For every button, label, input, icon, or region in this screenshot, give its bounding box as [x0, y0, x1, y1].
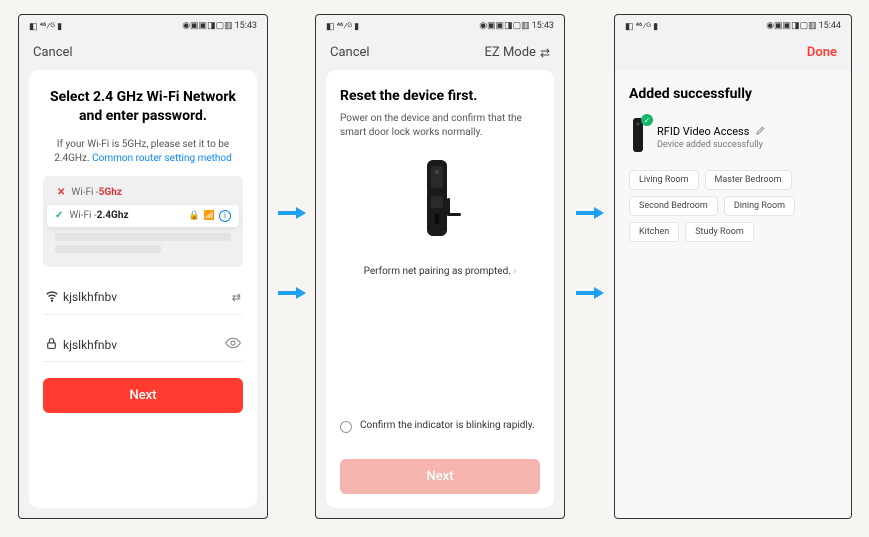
device-status: Device added successfully: [657, 140, 837, 150]
nav-bar: Cancel: [19, 37, 267, 70]
ssid-field[interactable]: kjslkhfnbv ⇄: [43, 285, 243, 315]
status-bar: ◧ ⁴⁶⁄ᴳ ▮ ◉▣▣◨▢▥ 15:43: [19, 15, 267, 37]
page-subtitle: If your Wi-Fi is 5GHz, please set it to …: [43, 138, 243, 166]
main-card: Select 2.4 GHz Wi-Fi Network and enter p…: [29, 70, 257, 508]
lock-icon: [45, 337, 63, 353]
main-card: Added successfully ✓ RFID Video Access D…: [615, 70, 851, 518]
status-left-icons: ◧ ⁴⁶⁄ᴳ ▮: [326, 21, 359, 32]
eye-icon[interactable]: [225, 337, 241, 352]
password-field[interactable]: kjslkhfnbv: [43, 333, 243, 362]
nav-bar: Cancel EZ Mode ⇄: [316, 37, 564, 70]
flow-arrow-icon: [576, 205, 604, 219]
room-chip[interactable]: Master Bedroom: [705, 170, 792, 190]
room-chip-list: Living Room Master Bedroom Second Bedroom D…: [629, 170, 837, 242]
edit-icon[interactable]: [755, 125, 766, 139]
device-name: RFID Video Access: [657, 125, 749, 138]
room-chip[interactable]: Study Room: [685, 222, 754, 242]
swap-icon[interactable]: ⇄: [232, 291, 241, 304]
pairing-instructions-link[interactable]: Perform net pairing as prompted. ›: [340, 266, 540, 277]
swap-icon: ⇄: [540, 46, 550, 60]
nav-bar: Done: [615, 37, 851, 70]
status-time: 15:43: [532, 21, 554, 31]
page-title: Reset the device first.: [340, 88, 540, 104]
success-check-icon: ✓: [641, 114, 653, 126]
ssid-value: kjslkhfnbv: [63, 290, 232, 304]
flow-arrow-icon: [278, 205, 306, 219]
room-chip[interactable]: Second Bedroom: [629, 196, 718, 216]
cancel-button[interactable]: Cancel: [330, 45, 380, 60]
chevron-right-icon: ›: [513, 266, 516, 277]
device-thumbnail: ✓: [629, 118, 647, 156]
page-title: Added successfully: [629, 86, 837, 102]
room-chip[interactable]: Dining Room: [724, 196, 795, 216]
radio-unchecked-icon[interactable]: [340, 421, 352, 433]
wifi-2-4ghz-row: ✓ Wi-Fi - 2.4Ghz 🔒 📶 i: [47, 205, 239, 227]
lock-icon: 🔒: [189, 211, 200, 221]
status-right-icons: ◉▣▣◨▢▥: [766, 21, 816, 31]
room-chip[interactable]: Living Room: [629, 170, 699, 190]
confirm-indicator-row[interactable]: Confirm the indicator is blinking rapidl…: [340, 420, 540, 433]
status-right-icons: ◉▣▣◨▢▥: [479, 21, 529, 31]
device-image: [340, 160, 540, 252]
next-button-disabled: Next: [340, 459, 540, 494]
device-row: ✓ RFID Video Access Device added success…: [629, 118, 837, 156]
page-title: Select 2.4 GHz Wi-Fi Network and enter p…: [43, 88, 243, 126]
page-subtitle: Power on the device and confirm that the…: [340, 112, 540, 140]
cancel-button[interactable]: Cancel: [33, 45, 83, 60]
phone-screen-3: ◧ ⁴⁶⁄ᴳ ▮ ◉▣▣◨▢▥ 15:44 Done Added success…: [614, 14, 852, 519]
status-left-icons: ◧ ⁴⁶⁄ᴳ ▮: [625, 21, 658, 32]
status-right-icons: ◉▣▣◨▢▥: [182, 21, 232, 31]
next-button[interactable]: Next: [43, 378, 243, 413]
wifi-5ghz-row: ✕ Wi-Fi - 5Ghz: [49, 182, 237, 203]
check-icon: ✓: [55, 210, 63, 221]
flow-arrow-icon: [576, 285, 604, 299]
phone-screen-1: ◧ ⁴⁶⁄ᴳ ▮ ◉▣▣◨▢▥ 15:43 Cancel Select 2.4 …: [18, 14, 268, 519]
status-bar: ◧ ⁴⁶⁄ᴳ ▮ ◉▣▣◨▢▥ 15:44: [615, 15, 851, 37]
room-chip[interactable]: Kitchen: [629, 222, 679, 242]
password-value: kjslkhfnbv: [63, 338, 225, 352]
router-method-link[interactable]: Common router setting method: [92, 153, 232, 164]
status-left-icons: ◧ ⁴⁶⁄ᴳ ▮: [29, 21, 62, 32]
flow-arrow-icon: [278, 285, 306, 299]
status-time: 15:44: [819, 21, 841, 31]
done-button[interactable]: Done: [787, 45, 837, 60]
status-bar: ◧ ⁴⁶⁄ᴳ ▮ ◉▣▣◨▢▥ 15:43: [316, 15, 564, 37]
mode-selector[interactable]: EZ Mode ⇄: [485, 45, 550, 60]
wifi-signal-icon: 📶: [204, 211, 215, 221]
wifi-icon: [45, 289, 63, 306]
wifi-example-box: ✕ Wi-Fi - 5Ghz ✓ Wi-Fi - 2.4Ghz 🔒 📶 i: [43, 176, 243, 267]
phone-screen-2: ◧ ⁴⁶⁄ᴳ ▮ ◉▣▣◨▢▥ 15:43 Cancel EZ Mode ⇄ R…: [315, 14, 565, 519]
x-icon: ✕: [57, 187, 65, 198]
status-time: 15:43: [235, 21, 257, 31]
main-card: Reset the device first. Power on the dev…: [326, 70, 554, 508]
info-icon: i: [219, 210, 231, 222]
